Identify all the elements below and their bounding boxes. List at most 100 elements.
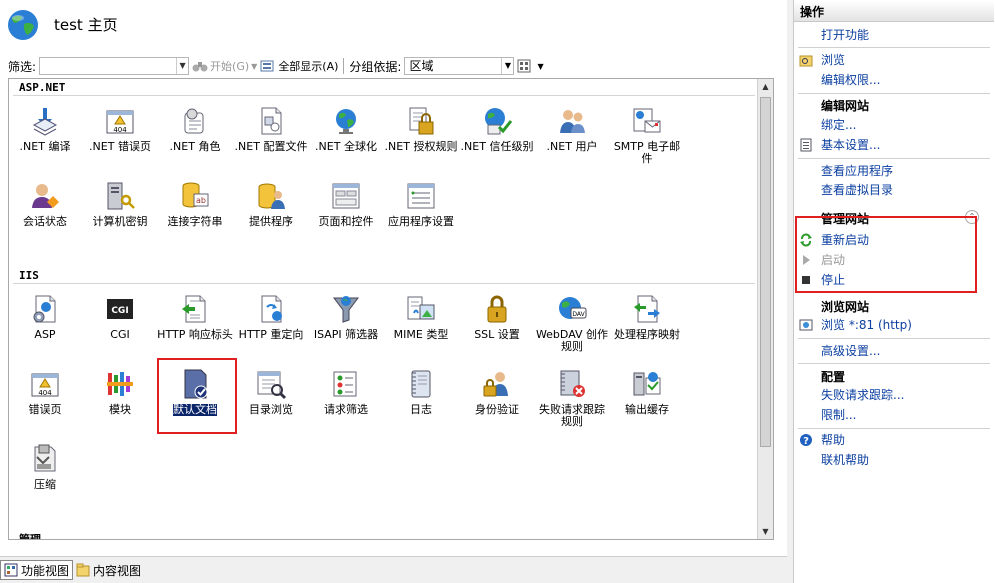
scroll-thumb[interactable] [760,97,771,447]
feature-logging[interactable]: 日志 [383,368,459,416]
feature-output-caching[interactable]: 输出缓存 [609,368,685,416]
feature-compression[interactable]: 压缩 [9,443,83,491]
vertical-scrollbar[interactable]: ▲ ▼ [757,79,773,539]
action-failed-request-tracing[interactable]: 失败请求跟踪... [794,386,994,404]
filter-label: 筛选: [8,59,37,74]
feature-pages-controls[interactable]: 页面和控件 [308,180,384,228]
show-all-label: 全部显示(A) [278,60,339,73]
feature-ssl-lock[interactable]: SSL 设置 [459,293,535,341]
binoculars-icon [192,62,208,72]
feature-label: .NET 用户 [546,140,598,153]
feature-webdav[interactable]: DAV WebDAV 创作规则 [534,293,610,353]
feature-label: 模块 [109,403,131,416]
action-view-applications[interactable]: 查看应用程序 [794,162,994,180]
feature-net-profile[interactable]: .NET 配置文件 [233,105,309,153]
feature-http-redirect[interactable]: HTTP 重定向 [233,293,309,341]
feature-label: HTTP 重定向 [238,328,304,341]
action-help-label: 帮助 [821,433,846,447]
feature-connection-string[interactable]: ab 连接字符串 [157,180,233,228]
feature-http-response-headers[interactable]: HTTP 响应标头 [157,293,233,341]
svg-text:ab: ab [196,196,206,205]
browse-site-title: 浏览网站 [821,300,870,314]
section-label-iis: IIS [19,269,39,282]
section-label-management: 管理 [19,533,41,540]
action-edit-permissions[interactable]: 编辑权限... [794,71,994,89]
feature-users[interactable]: .NET 用户 [534,105,610,153]
feature-machine-key[interactable]: 计算机密钥 [82,180,158,228]
globe-icon [330,105,362,137]
feature-providers[interactable]: 提供程序 [233,180,309,228]
chevron-down-icon: ▼ [537,61,544,71]
feature-isapi-filter[interactable]: ISAPI 筛选器 [308,293,384,341]
edit-site-title: 编辑网站 [821,99,870,113]
machine-key-icon [104,180,136,212]
action-open-feature[interactable]: 打开功能 [794,26,994,44]
tab-content-view[interactable]: 内容视图 [73,560,144,580]
feature-failed-request-tracing[interactable]: 失败请求跟踪规则 [534,368,610,428]
feature-session-state[interactable]: 会话状态 [9,180,83,228]
chevron-down-icon[interactable]: ▼ [176,58,188,74]
action-browse-port[interactable]: 浏览 *:81 (http) [794,316,994,334]
feature-label: 失败请求跟踪规则 [539,403,605,428]
action-online-help[interactable]: 联机帮助 [794,451,994,469]
feature-net-roles[interactable]: .NET 角色 [157,105,233,153]
scroll-up-arrow-icon[interactable]: ▲ [758,79,773,94]
mime-types-icon [405,293,437,325]
feature-modules[interactable]: 模块 [82,368,158,416]
action-limits[interactable]: 限制... [794,406,994,424]
show-all-button[interactable]: 全部显示(A) [260,58,338,74]
feature-label: 错误页 [28,403,62,416]
feature-cgi[interactable]: CGI CGI [82,293,158,341]
action-help[interactable]: ? 帮助 [794,431,994,449]
feature-label: 应用程序设置 [388,215,454,228]
divider [798,158,990,159]
globe-icon [8,10,38,40]
view-mode-button[interactable]: ▼ [517,59,544,73]
net-profile-icon [255,105,287,137]
group-by-select[interactable]: 区域 ▼ [404,57,515,75]
filter-input[interactable]: ▼ [39,57,190,75]
action-browse-label: 浏览 [821,53,846,67]
tab-features-label: 功能视图 [21,563,70,578]
action-view-virtual-dirs[interactable]: 查看虚拟目录 [794,181,994,199]
settings-document-icon [800,138,812,152]
action-browse[interactable]: 浏览 [794,51,994,69]
feature-smtp-email[interactable]: SMTP 电子邮件 [609,105,685,165]
feature-net-compile[interactable]: .NET 编译 [9,105,83,153]
authentication-icon [481,368,513,400]
show-all-icon [260,60,274,72]
action-basic-settings[interactable]: 基本设置... [794,136,994,154]
feature-mime-types[interactable]: MIME 类型 [383,293,459,341]
feature-asp[interactable]: ASP [9,293,83,341]
group-by-value: 区域 [409,59,434,73]
divider [798,363,990,364]
feature-directory-browsing[interactable]: 目录浏览 [233,368,309,416]
feature-label: 页面和控件 [318,215,374,228]
feature-globe[interactable]: .NET 全球化 [308,105,384,153]
svg-text:404: 404 [113,126,127,134]
action-bindings[interactable]: 绑定... [794,116,994,134]
features-view-icon [4,563,18,577]
start-filter-button[interactable]: 开始(G) ▼ [192,58,257,74]
http-redirect-icon [255,293,287,325]
feature-handler-mappings[interactable]: 处理程序映射 [609,293,685,341]
smtp-email-icon [631,105,663,137]
feature-request-filtering[interactable]: 请求筛选 [308,368,384,416]
feature-trust-level[interactable]: .NET 信任级别 [459,105,535,153]
page-header: test 主页 [6,8,766,48]
action-advanced-settings[interactable]: 高级设置... [794,342,994,360]
scroll-down-arrow-icon[interactable]: ▼ [758,524,773,539]
users-icon [556,105,588,137]
feature-label: 处理程序映射 [614,328,680,341]
compression-icon [29,443,61,475]
feature-authentication[interactable]: 身份验证 [459,368,535,416]
feature-lock-document[interactable]: .NET 授权规则 [383,105,459,153]
svg-text:CGI: CGI [111,306,128,316]
feature-label: 目录浏览 [249,403,293,416]
feature-app-settings[interactable]: 应用程序设置 [383,180,459,228]
chevron-down-icon[interactable]: ▼ [501,58,513,74]
feature-error-page-404[interactable]: 404 错误页 [9,368,83,416]
tab-features-view[interactable]: 功能视图 [0,560,74,580]
feature-label: ASP [34,328,56,341]
feature-error-page-404[interactable]: 404 .NET 错误页 [82,105,158,153]
